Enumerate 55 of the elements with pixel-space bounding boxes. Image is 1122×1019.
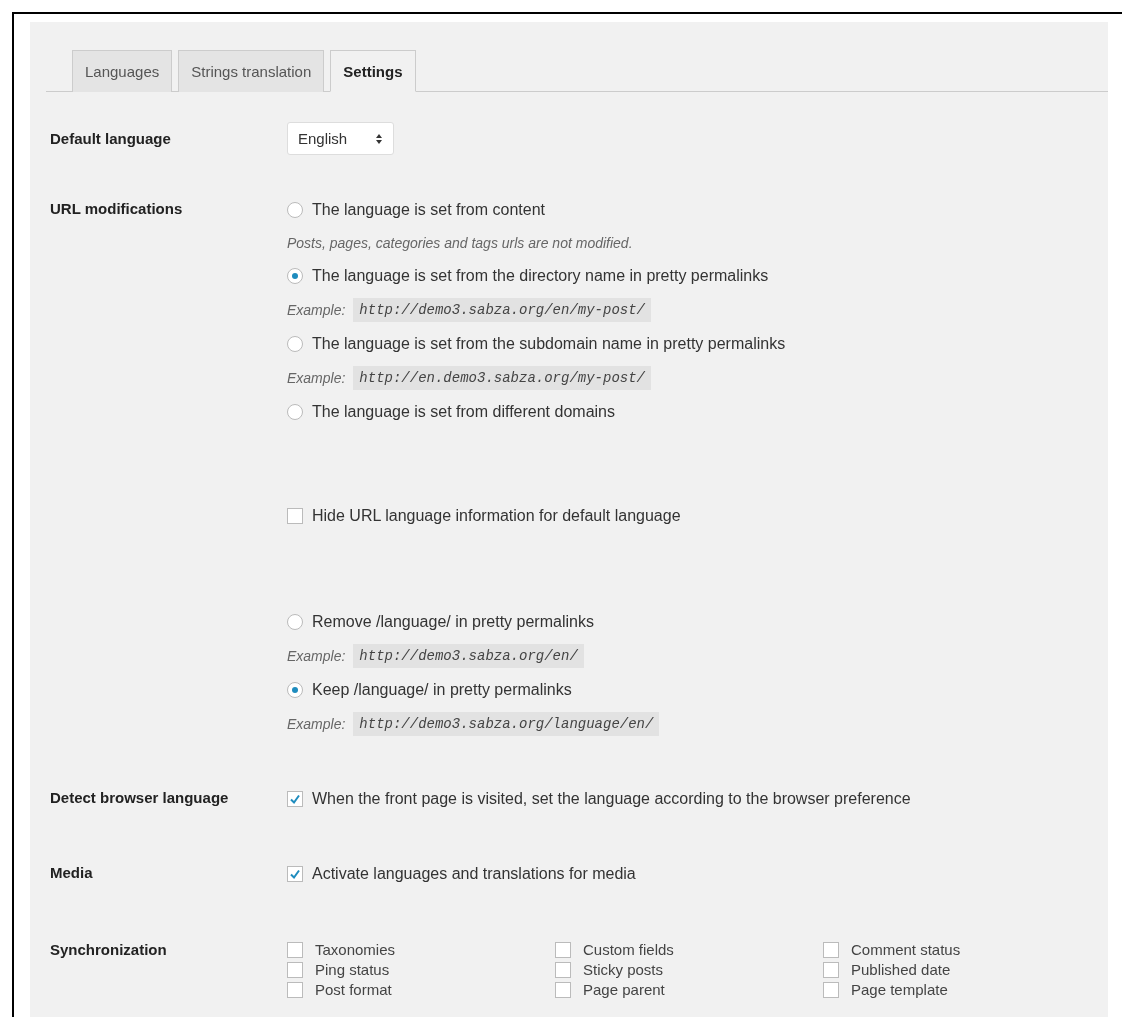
setting-label: Default language [50, 130, 172, 147]
example-url: http://en.demo3.sabza.org/my-post/ [353, 366, 651, 390]
option-label: Sticky posts [583, 961, 664, 978]
option-label: Page parent [583, 981, 665, 998]
option-label: Activate languages and translations for media [312, 865, 636, 883]
option-label: When the front page is visited, set the language according to the browser preference [312, 790, 911, 808]
radio-button[interactable] [287, 404, 303, 420]
tab[interactable]: Languages [72, 50, 173, 92]
option-label: Page template [851, 981, 948, 998]
checkbox[interactable] [823, 981, 839, 998]
tab[interactable]: Strings translation [178, 50, 325, 92]
setting-label: Media [50, 864, 94, 883]
setting-label: Synchronization [50, 941, 168, 960]
option-label: Post format [315, 981, 392, 998]
option-label: Keep /language/ in pretty permalinks [312, 681, 572, 699]
checkbox[interactable] [823, 961, 839, 978]
radio-button[interactable] [287, 336, 303, 352]
option-label: Published date [851, 961, 951, 978]
checkbox[interactable] [287, 866, 303, 882]
tab[interactable]: Settings [330, 50, 416, 92]
radio-button[interactable] [287, 202, 303, 218]
language-select[interactable]: English [287, 122, 395, 155]
option-label: The language is set from different domains [312, 403, 615, 421]
option-label: Remove /language/ in pretty permalinks [312, 613, 594, 631]
checkbox[interactable] [555, 961, 571, 978]
example-label: Example: [287, 370, 346, 386]
checkbox[interactable] [287, 961, 303, 978]
example-label: Example: [287, 716, 346, 732]
checkbox[interactable] [287, 981, 303, 998]
checkbox[interactable] [287, 941, 303, 958]
option-label: Taxonomies [315, 941, 396, 958]
example-label: Example: [287, 302, 346, 318]
option-description: Posts, pages, categories and tags urls are not modified. [287, 235, 633, 251]
example-url: http://demo3.sabza.org/en/ [353, 644, 584, 668]
option-label: Comment status [851, 941, 961, 958]
setting-label: Detect browser language [50, 789, 230, 808]
up-down-arrows-icon [375, 132, 384, 145]
option-label: The language is set from content [312, 201, 546, 219]
checkbox[interactable] [287, 791, 303, 807]
checkbox[interactable] [287, 508, 303, 524]
option-label: Ping status [315, 961, 390, 978]
option-label: The language is set from the directory name in pretty permalinks [312, 267, 769, 285]
checkbox[interactable] [555, 981, 571, 998]
example-url: http://demo3.sabza.org/language/en/ [353, 712, 660, 736]
radio-button[interactable] [287, 614, 303, 630]
example-url: http://demo3.sabza.org/en/my-post/ [353, 298, 651, 322]
checkbox[interactable] [555, 941, 571, 958]
option-label: The language is set from the subdomain name in pretty permalinks [312, 335, 786, 353]
radio-button[interactable] [287, 268, 303, 284]
example-label: Example: [287, 648, 346, 664]
option-label: Hide URL language information for default language [312, 507, 681, 525]
radio-button[interactable] [287, 682, 303, 698]
setting-label: URL modifications [50, 200, 184, 219]
option-label: Custom fields [583, 941, 674, 958]
checkbox[interactable] [823, 941, 839, 958]
